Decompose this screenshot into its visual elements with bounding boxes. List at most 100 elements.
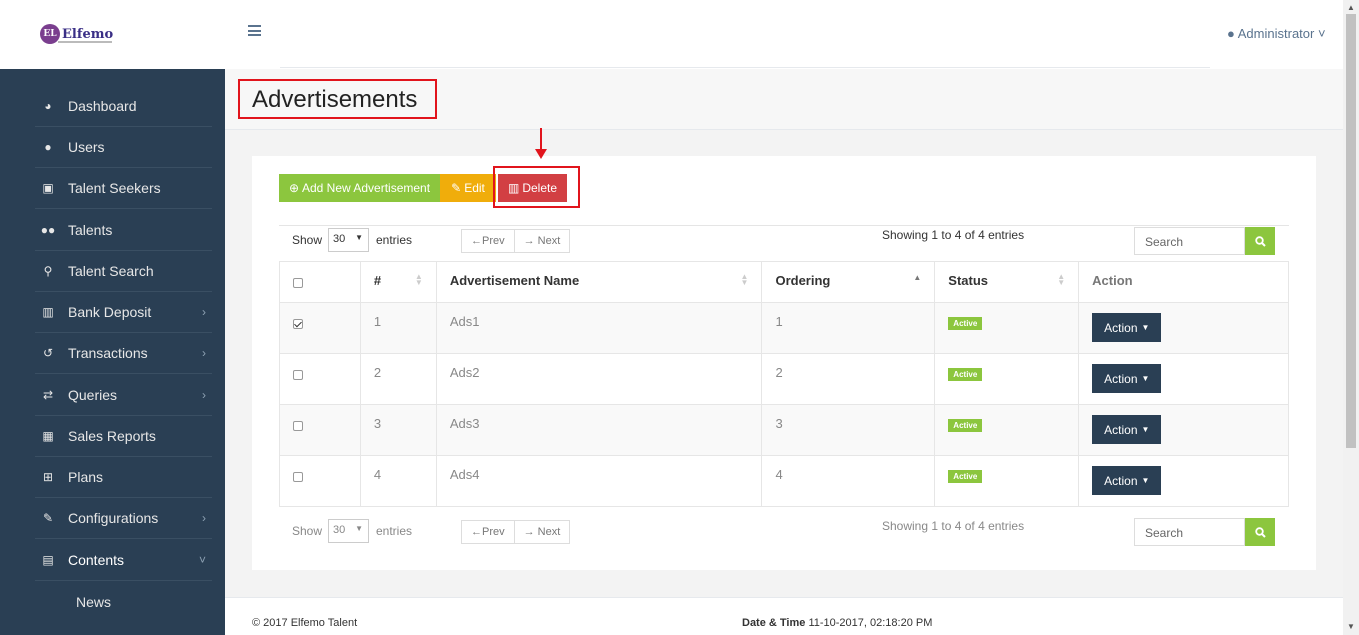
action-dropdown-button[interactable]: Action ▼ (1092, 466, 1162, 495)
next-button[interactable]: → Next (513, 230, 570, 252)
sidebar-item-label: Contents (68, 552, 125, 568)
sidebar-item-label: Talent Seekers (68, 180, 161, 196)
column-header[interactable]: Ordering ▲ (761, 261, 936, 303)
search-icon (1254, 235, 1266, 247)
sidebar-item-queries[interactable]: ⇄ Queries › (35, 375, 212, 416)
sidebar-item-dashboard[interactable]: ◕ Dashboard (35, 86, 212, 127)
row-checkbox[interactable] (293, 319, 303, 329)
select-all-checkbox[interactable] (293, 278, 303, 288)
datetime-value: 11-10-2017, 02:18:20 PM (808, 617, 933, 629)
scroll-down-icon[interactable]: ▼ (1347, 622, 1355, 631)
cell-ordering: 1 (761, 302, 936, 354)
divider (279, 225, 1289, 226)
search-button[interactable] (1245, 227, 1275, 255)
row-checkbox[interactable] (293, 472, 303, 482)
column-header[interactable]: # ▲ ▼ (359, 261, 437, 303)
sidebar-item-label: Bank Deposit (68, 304, 152, 320)
sidebar-item-transactions[interactable]: ↺ Transactions › (35, 333, 212, 374)
table-row[interactable]: 1 Ads1 1 Active Action ▼ (279, 302, 1289, 354)
prev-button[interactable]: ←Prev (462, 230, 514, 252)
sidebar-item-label: Users (68, 139, 105, 155)
cell-action: Action ▼ (1078, 404, 1289, 456)
sidebar-item-sales-reports[interactable]: ▦ Sales Reports (35, 416, 212, 457)
action-dropdown-button[interactable]: Action ▼ (1092, 313, 1162, 342)
sidebar-item-plans[interactable]: ⊞ Plans (35, 457, 212, 498)
cell-number: 2 (359, 353, 437, 405)
caret-down-icon: ▼ (355, 524, 363, 533)
caret-down-icon: ▼ (355, 233, 363, 242)
sidebar-item-talent-search[interactable]: ⚲ Talent Search (35, 251, 212, 292)
search-icon: ⚲ (43, 264, 53, 278)
search-input[interactable]: Search (1134, 227, 1245, 255)
row-select-cell (279, 302, 361, 354)
action-dropdown-button[interactable]: Action ▼ (1092, 415, 1162, 444)
status-badge: Active (948, 368, 983, 381)
next-button[interactable]: → Next (513, 521, 570, 543)
sort-asc-icon: ▲ (913, 273, 922, 282)
cell-status: Active (934, 404, 1080, 456)
chevron-right-icon: › (202, 388, 206, 402)
hamburger-icon[interactable] (248, 25, 261, 36)
select-all-cell (279, 261, 361, 303)
cell-number: 1 (359, 302, 437, 354)
chevron-right-icon: › (202, 346, 206, 360)
sidebar-item-configurations[interactable]: ✎ Configurations › (35, 498, 212, 539)
cart-icon: ⊞ (42, 470, 54, 484)
footer-copyright: © 2017 Elfemo Talent (252, 617, 358, 629)
scrollbar-thumb[interactable] (1346, 14, 1356, 448)
cell-name: Ads2 (435, 353, 763, 405)
cell-status: Active (934, 353, 1080, 405)
table-row[interactable]: 3 Ads3 3 Active Action ▼ (279, 404, 1289, 456)
page-length-select[interactable]: 30 ▼ (328, 519, 369, 543)
chevron-down-icon: ˅ (198, 553, 206, 567)
logo[interactable]: EL Elfemo (40, 24, 113, 44)
footer: © 2017 Elfemo Talent Date & Time 11-10-2… (225, 597, 1343, 635)
cell-name: Ads1 (435, 302, 763, 354)
show-label: Show (292, 233, 323, 247)
table-row[interactable]: 4 Ads4 4 Active Action ▼ (279, 455, 1289, 507)
user-icon: ● (1227, 26, 1235, 41)
newspaper-icon: ▤ (42, 553, 54, 567)
cell-ordering: 2 (761, 353, 936, 405)
caret-down-icon: ▼ (1141, 323, 1150, 332)
logo-mark: EL (40, 24, 60, 44)
vertical-scrollbar[interactable]: ▲ ▼ (1343, 0, 1359, 635)
sidebar-item-talent-seekers[interactable]: ▣ Talent Seekers (35, 168, 212, 209)
status-badge: Active (948, 470, 983, 483)
history-icon: ↺ (42, 346, 54, 360)
sidebar-item-contents[interactable]: ▤ Contents ˅ (35, 540, 212, 581)
sidebar-item-talents[interactable]: ●● Talents (35, 210, 212, 251)
add-advertisement-button[interactable]: ⊕ Add New Advertisement (279, 174, 440, 202)
page-length-select[interactable]: 30 ▼ (328, 228, 369, 252)
cell-number: 3 (359, 404, 437, 456)
action-dropdown-button[interactable]: Action ▼ (1092, 364, 1162, 393)
edit-icon: ✎ (451, 181, 462, 195)
wrench-icon: ✎ (42, 511, 54, 525)
annotation-arrow-head (535, 149, 547, 159)
caret-down-icon: ▼ (1141, 476, 1150, 485)
action-label: Action (1104, 473, 1138, 488)
edit-button-label: Edit (464, 181, 485, 195)
cell-action: Action ▼ (1078, 302, 1289, 354)
row-checkbox[interactable] (293, 370, 303, 380)
sidebar-item-label: Dashboard (68, 98, 137, 114)
sidebar-item-users[interactable]: ● Users (35, 127, 212, 168)
sidebar-subitem-news[interactable]: News (76, 594, 111, 610)
add-button-label: Add New Advertisement (302, 181, 431, 195)
search-input[interactable]: Search (1134, 518, 1245, 546)
scroll-up-icon[interactable]: ▲ (1347, 3, 1355, 12)
column-header[interactable]: Status ▲ ▼ (934, 261, 1080, 303)
edit-button[interactable]: ✎ Edit (440, 174, 496, 202)
column-header[interactable]: Advertisement Name ▲ ▼ (435, 261, 763, 303)
status-badge: Active (948, 317, 983, 330)
show-label: Show (292, 524, 323, 538)
prev-button[interactable]: ←Prev (462, 521, 514, 543)
delete-highlight-box (493, 166, 580, 208)
row-checkbox[interactable] (293, 421, 303, 431)
sidebar-item-label: Transactions (68, 345, 148, 361)
table-row[interactable]: 2 Ads2 2 Active Action ▼ (279, 353, 1289, 405)
cell-ordering: 3 (761, 404, 936, 456)
user-menu[interactable]: ● Administrator ˅ (1227, 26, 1326, 41)
search-button[interactable] (1245, 518, 1275, 546)
sidebar-item-bank-deposit[interactable]: ▥ Bank Deposit › (35, 292, 212, 333)
